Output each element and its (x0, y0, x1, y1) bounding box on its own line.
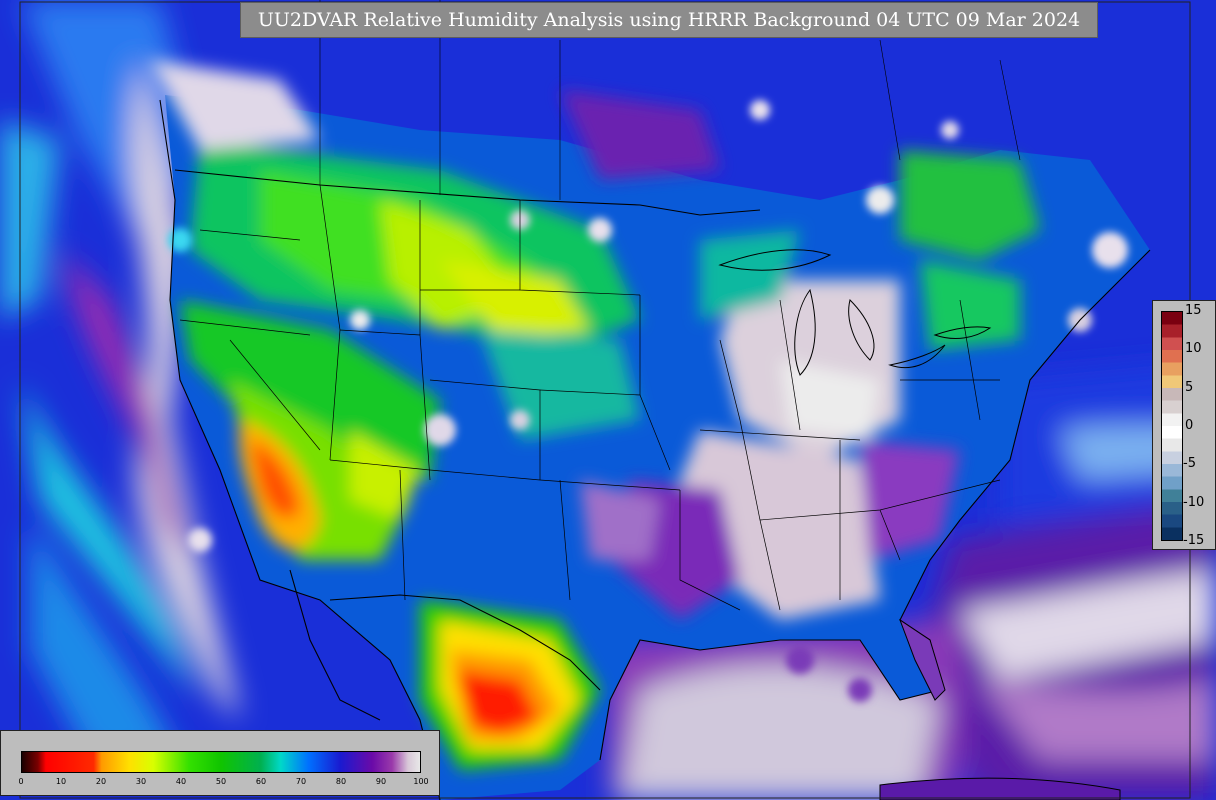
rh-tick-label: 80 (335, 777, 347, 786)
rh-tick-label: 100 (413, 777, 429, 786)
diff-tick-label: 10 (1185, 341, 1202, 357)
diff-tick-label: -5 (1183, 456, 1196, 472)
rh-tick-label: 30 (135, 777, 147, 786)
rh-tick-label: 10 (55, 777, 67, 786)
rh-tick-label: 60 (255, 777, 267, 786)
map-canvas: UU2DVAR Relative Humidity Analysis using… (0, 0, 1216, 800)
diff-tick-label: 5 (1185, 379, 1194, 395)
diff-tick-label: 15 (1185, 303, 1202, 318)
diff-tick-label: -15 (1183, 533, 1205, 548)
humidity-map (0, 0, 1216, 800)
rh-tick-label: 20 (95, 777, 107, 786)
diff-colorbar (1161, 311, 1183, 541)
rh-tick-label: 90 (375, 777, 387, 786)
rh-colorbar (21, 751, 421, 773)
diff-tick-label: -10 (1183, 494, 1205, 510)
map-title: UU2DVAR Relative Humidity Analysis using… (240, 2, 1098, 38)
rh-tick-label: 70 (295, 777, 307, 786)
rh-tick-label: 0 (18, 777, 24, 786)
rh-tick-label: 40 (175, 777, 187, 786)
diff-tick-label: 0 (1185, 418, 1194, 433)
rh-colorbar-panel: 0 10 20 30 40 50 60 70 80 90 100 (0, 730, 440, 796)
diff-colorbar-panel: 15 10 5 0 -5 -10 -15 (1152, 300, 1216, 550)
rh-tick-label: 50 (215, 777, 227, 786)
